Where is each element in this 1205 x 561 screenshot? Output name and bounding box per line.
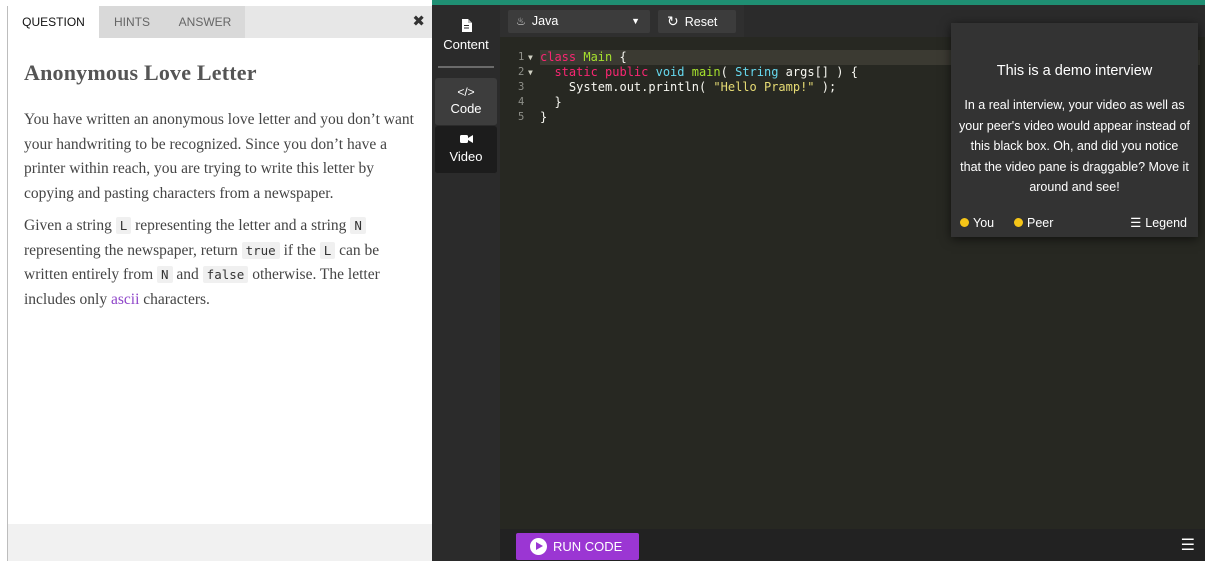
play-icon	[530, 538, 547, 555]
line-number: 2 ▼	[500, 65, 540, 80]
line-number-text: 1	[518, 51, 525, 63]
sidebar-item-code[interactable]: </> Code	[435, 78, 497, 126]
legend-you: You	[960, 214, 994, 232]
tabbar-empty-space	[245, 6, 433, 38]
document-icon	[435, 19, 497, 35]
sidebar-divider	[438, 66, 494, 68]
editor-bottom-bar: RUN CODE ☰	[500, 529, 1205, 561]
run-code-label: RUN CODE	[553, 539, 623, 554]
text-segment: and	[172, 266, 203, 283]
reset-label: Reset	[684, 15, 718, 29]
chevron-down-icon: ▼	[631, 16, 640, 26]
language-select[interactable]: ♨ Java ▼	[508, 10, 650, 33]
legend-button[interactable]: ☰ Legend	[1130, 214, 1187, 232]
inline-code: N	[350, 217, 366, 234]
reset-icon: ↻	[667, 13, 679, 29]
you-dot-icon	[960, 218, 969, 227]
hamburger-menu-icon[interactable]: ☰	[1181, 535, 1195, 555]
line-number-gutter: 1 ▼ 2 ▼ 3 4 5	[500, 50, 540, 125]
fold-arrow-icon[interactable]: ▼	[528, 50, 533, 65]
inline-code: L	[319, 241, 336, 259]
question-paragraph-2: Given a string L representing the letter…	[24, 214, 417, 312]
video-camera-icon	[435, 133, 497, 147]
close-icon[interactable]: ✖	[412, 6, 425, 38]
line-number: 3	[500, 80, 540, 95]
text-segment: representing the newspaper, return	[24, 241, 242, 259]
line-number-text: 4	[518, 96, 525, 108]
tab-hints[interactable]: HINTS	[99, 6, 165, 38]
text-segment: Given a string	[24, 217, 116, 234]
text-segment: characters.	[139, 290, 210, 308]
demo-description: In a real interview, your video as well …	[959, 98, 1191, 194]
list-icon: ☰	[1130, 216, 1142, 230]
text-segment: if the	[279, 241, 320, 259]
legend-peer-label: Peer	[1027, 216, 1054, 230]
demo-video-pane[interactable]: This is a demo interview In a real inter…	[951, 23, 1198, 237]
sidebar-item-label: Video	[449, 149, 483, 164]
line-number: 4	[500, 95, 540, 110]
sidebar-item-video[interactable]: Video	[435, 126, 497, 174]
java-icon: ♨	[516, 16, 526, 28]
sidebar-item-label: Code	[450, 101, 482, 116]
tab-question[interactable]: QUESTION	[8, 6, 99, 38]
sidebar-item-label: Content	[443, 37, 489, 52]
reset-button[interactable]: ↻ Reset	[658, 10, 736, 33]
line-number: 1 ▼	[500, 50, 540, 65]
legend-button-label: Legend	[1145, 216, 1187, 230]
question-paragraph-1: You have written an anonymous love lette…	[24, 111, 414, 202]
inline-code: true	[241, 241, 280, 259]
question-title: Anonymous Love Letter	[24, 60, 257, 85]
text-segment: representing the letter and a string	[131, 217, 351, 234]
peer-dot-icon	[1014, 218, 1023, 227]
ascii-link[interactable]: ascii	[111, 291, 139, 308]
question-panel-footer	[8, 524, 433, 561]
code-icon: </>	[457, 85, 475, 99]
line-number-text: 2	[518, 66, 525, 78]
question-panel: QUESTION HINTS ANSWER ✖ Anonymous Love L…	[7, 6, 433, 561]
legend-row: You Peer ☰ Legend	[951, 214, 1198, 232]
question-content: Anonymous Love Letter You have written a…	[8, 38, 433, 524]
question-tabbar: QUESTION HINTS ANSWER ✖	[8, 6, 433, 38]
fold-arrow-icon[interactable]: ▼	[528, 65, 533, 80]
demo-title: This is a demo interview	[996, 63, 1153, 79]
legend-peer: Peer	[1014, 214, 1053, 232]
inline-code: L	[115, 217, 132, 234]
language-value: Java	[531, 14, 559, 28]
line-number-text: 5	[518, 111, 525, 123]
inline-code: false	[202, 266, 249, 283]
legend-you-label: You	[973, 216, 995, 230]
sidebar-item-content[interactable]: Content	[435, 13, 497, 63]
tab-answer[interactable]: ANSWER	[165, 6, 245, 38]
line-number-text: 3	[518, 81, 525, 93]
inline-code: N	[157, 266, 173, 283]
mode-sidebar: Content </> Code Video	[432, 5, 500, 561]
run-code-button[interactable]: RUN CODE	[516, 533, 639, 560]
line-number: 5	[500, 110, 540, 125]
